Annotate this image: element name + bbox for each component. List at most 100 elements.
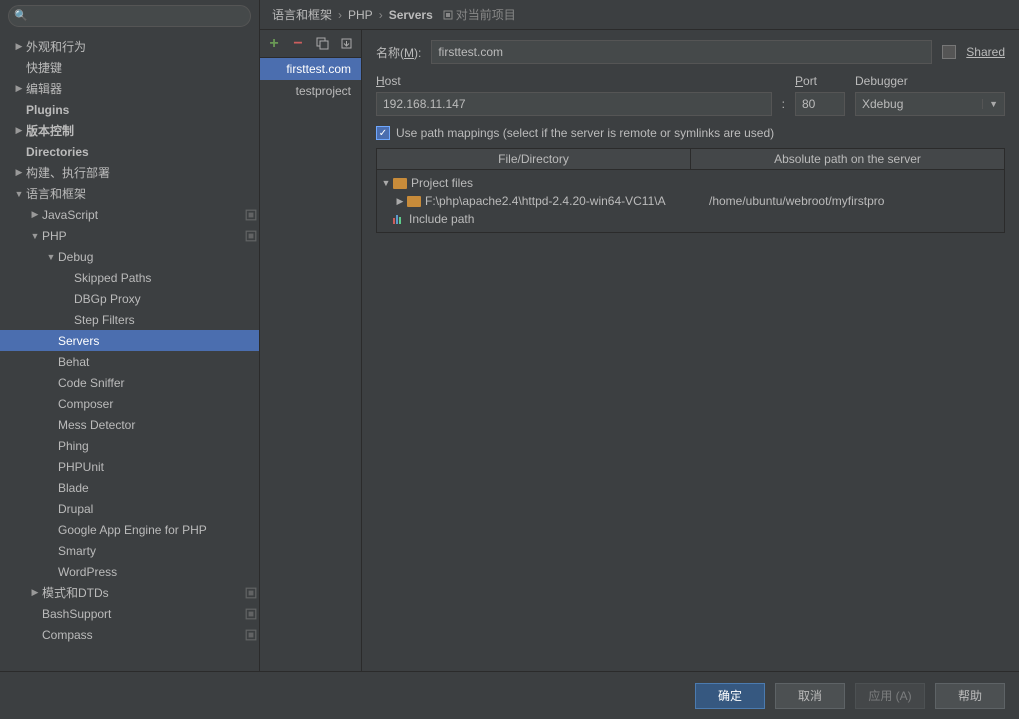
sidebar-item-label: 构建、执行部署 xyxy=(26,164,259,181)
sidebar-item-label: Behat xyxy=(58,355,259,369)
settings-sidebar: 🔍 ▶外观和行为▶快捷键▶编辑器▶Plugins▶版本控制▶Directorie… xyxy=(0,0,260,671)
host-port-separator: : xyxy=(782,97,785,116)
sidebar-item[interactable]: ▼语言和框架 xyxy=(0,183,259,204)
import-icon[interactable] xyxy=(338,36,354,52)
table-row[interactable]: ▶ F:\php\apache2.4\httpd-2.4.20-win64-VC… xyxy=(379,192,1002,210)
sidebar-item-label: Composer xyxy=(58,397,259,411)
path-mappings-table: File/Directory Absolute path on the serv… xyxy=(376,148,1005,233)
sidebar-item[interactable]: ▶Servers xyxy=(0,330,259,351)
sidebar-item[interactable]: ▶Code Sniffer xyxy=(0,372,259,393)
search-input[interactable] xyxy=(8,5,251,27)
sidebar-item[interactable]: ▶版本控制 xyxy=(0,120,259,141)
sidebar-item-label: BashSupport xyxy=(42,607,243,621)
sidebar-item[interactable]: ▶BashSupport xyxy=(0,603,259,624)
sidebar-item-label: Google App Engine for PHP xyxy=(58,523,259,537)
chevron-right-icon: ▶ xyxy=(12,83,26,94)
col-absolute-path[interactable]: Absolute path on the server xyxy=(691,149,1004,169)
sidebar-item[interactable]: ▶Mess Detector xyxy=(0,414,259,435)
add-icon[interactable]: + xyxy=(266,36,282,52)
crumb-root[interactable]: 语言和框架 xyxy=(272,6,332,23)
sidebar-item[interactable]: ▶Drupal xyxy=(0,498,259,519)
server-form: 名称(M): Shared Host : Port xyxy=(362,30,1019,671)
chevron-right-icon: › xyxy=(338,8,342,22)
server-list-item[interactable]: testproject xyxy=(260,80,361,102)
sidebar-item-label: PHP xyxy=(42,229,243,243)
server-toolbar: + − xyxy=(260,30,361,58)
use-mappings-label[interactable]: Use path mappings (select if the server … xyxy=(396,126,774,140)
breadcrumb: 语言和框架 › PHP › Servers 对当前项目 xyxy=(260,0,1019,30)
sidebar-item[interactable]: ▶Blade xyxy=(0,477,259,498)
sidebar-item[interactable]: ▶Behat xyxy=(0,351,259,372)
project-files-label: Project files xyxy=(411,176,473,190)
sidebar-item[interactable]: ▶构建、执行部署 xyxy=(0,162,259,183)
sidebar-item[interactable]: ▶PHPUnit xyxy=(0,456,259,477)
include-path-icon xyxy=(393,215,405,224)
sidebar-item-label: Blade xyxy=(58,481,259,495)
remove-icon[interactable]: − xyxy=(290,36,306,52)
settings-tree[interactable]: ▶外观和行为▶快捷键▶编辑器▶Plugins▶版本控制▶Directories▶… xyxy=(0,32,259,671)
host-label: Host xyxy=(376,74,772,88)
sidebar-item-label: Smarty xyxy=(58,544,259,558)
chevron-down-icon: ▼ xyxy=(28,231,42,241)
apply-button[interactable]: 应用 (A) xyxy=(855,683,925,709)
sidebar-item-label: Directories xyxy=(26,145,259,159)
sidebar-item[interactable]: ▶Directories xyxy=(0,141,259,162)
cancel-button[interactable]: 取消 xyxy=(775,683,845,709)
name-field[interactable] xyxy=(431,40,932,64)
chevron-down-icon: ▼ xyxy=(12,189,26,199)
col-file-directory[interactable]: File/Directory xyxy=(377,149,691,169)
sidebar-item-label: Step Filters xyxy=(74,313,259,327)
project-scope-icon xyxy=(243,228,259,244)
sidebar-item[interactable]: ▶Phing xyxy=(0,435,259,456)
sidebar-item[interactable]: ▶WordPress xyxy=(0,561,259,582)
project-scope-badge: 对当前项目 xyxy=(443,6,516,23)
sidebar-item[interactable]: ▶Compass xyxy=(0,624,259,645)
chevron-down-icon[interactable]: ▼ xyxy=(379,178,393,188)
shared-checkbox[interactable] xyxy=(942,45,956,59)
sidebar-item[interactable]: ▶快捷键 xyxy=(0,57,259,78)
sidebar-item[interactable]: ▶Step Filters xyxy=(0,309,259,330)
use-mappings-checkbox[interactable]: ✓ xyxy=(376,126,390,140)
server-list-item[interactable]: firsttest.com xyxy=(260,58,361,80)
project-scope-icon xyxy=(243,627,259,643)
chevron-right-icon: ▶ xyxy=(28,209,42,220)
sidebar-item[interactable]: ▼Debug xyxy=(0,246,259,267)
sidebar-item[interactable]: ▶DBGp Proxy xyxy=(0,288,259,309)
sidebar-item-label: 版本控制 xyxy=(26,122,259,139)
debugger-select[interactable]: Xdebug ▼ xyxy=(855,92,1005,116)
copy-icon[interactable] xyxy=(314,36,330,52)
dialog-button-bar: 确定 取消 应用 (A) 帮助 xyxy=(0,671,1019,719)
sidebar-item[interactable]: ▶JavaScript xyxy=(0,204,259,225)
sidebar-item[interactable]: ▶Composer xyxy=(0,393,259,414)
sidebar-item[interactable]: ▶Google App Engine for PHP xyxy=(0,519,259,540)
sidebar-item-label: 快捷键 xyxy=(26,59,259,76)
ok-button[interactable]: 确定 xyxy=(695,683,765,709)
table-row[interactable]: Include path xyxy=(379,210,1002,228)
shared-label[interactable]: Shared xyxy=(966,45,1005,59)
chevron-right-icon: ▶ xyxy=(12,41,26,52)
sidebar-item-label: WordPress xyxy=(58,565,259,579)
sidebar-item[interactable]: ▶Plugins xyxy=(0,99,259,120)
host-field[interactable] xyxy=(376,92,772,116)
sidebar-item[interactable]: ▶编辑器 xyxy=(0,78,259,99)
sidebar-item[interactable]: ▶外观和行为 xyxy=(0,36,259,57)
crumb-php[interactable]: PHP xyxy=(348,8,373,22)
port-field[interactable] xyxy=(795,92,845,116)
sidebar-item-label: DBGp Proxy xyxy=(74,292,259,306)
folder-icon xyxy=(393,178,407,189)
chevron-right-icon[interactable]: ▶ xyxy=(393,196,407,207)
server-list-panel: + − firsttest.comtestproject xyxy=(260,30,362,671)
remote-path[interactable]: /home/ubuntu/webroot/myfirstpro xyxy=(709,194,1002,208)
sidebar-item-label: Code Sniffer xyxy=(58,376,259,390)
sidebar-item[interactable]: ▶Skipped Paths xyxy=(0,267,259,288)
chevron-right-icon: ▶ xyxy=(12,125,26,136)
chevron-down-icon: ▼ xyxy=(982,99,998,109)
table-row[interactable]: ▼ Project files xyxy=(379,174,1002,192)
sidebar-item[interactable]: ▶模式和DTDs xyxy=(0,582,259,603)
project-scope-icon xyxy=(243,207,259,223)
sidebar-item[interactable]: ▼PHP xyxy=(0,225,259,246)
local-path: F:\php\apache2.4\httpd-2.4.20-win64-VC11… xyxy=(425,194,666,208)
help-button[interactable]: 帮助 xyxy=(935,683,1005,709)
sidebar-item-label: Plugins xyxy=(26,103,259,117)
sidebar-item[interactable]: ▶Smarty xyxy=(0,540,259,561)
